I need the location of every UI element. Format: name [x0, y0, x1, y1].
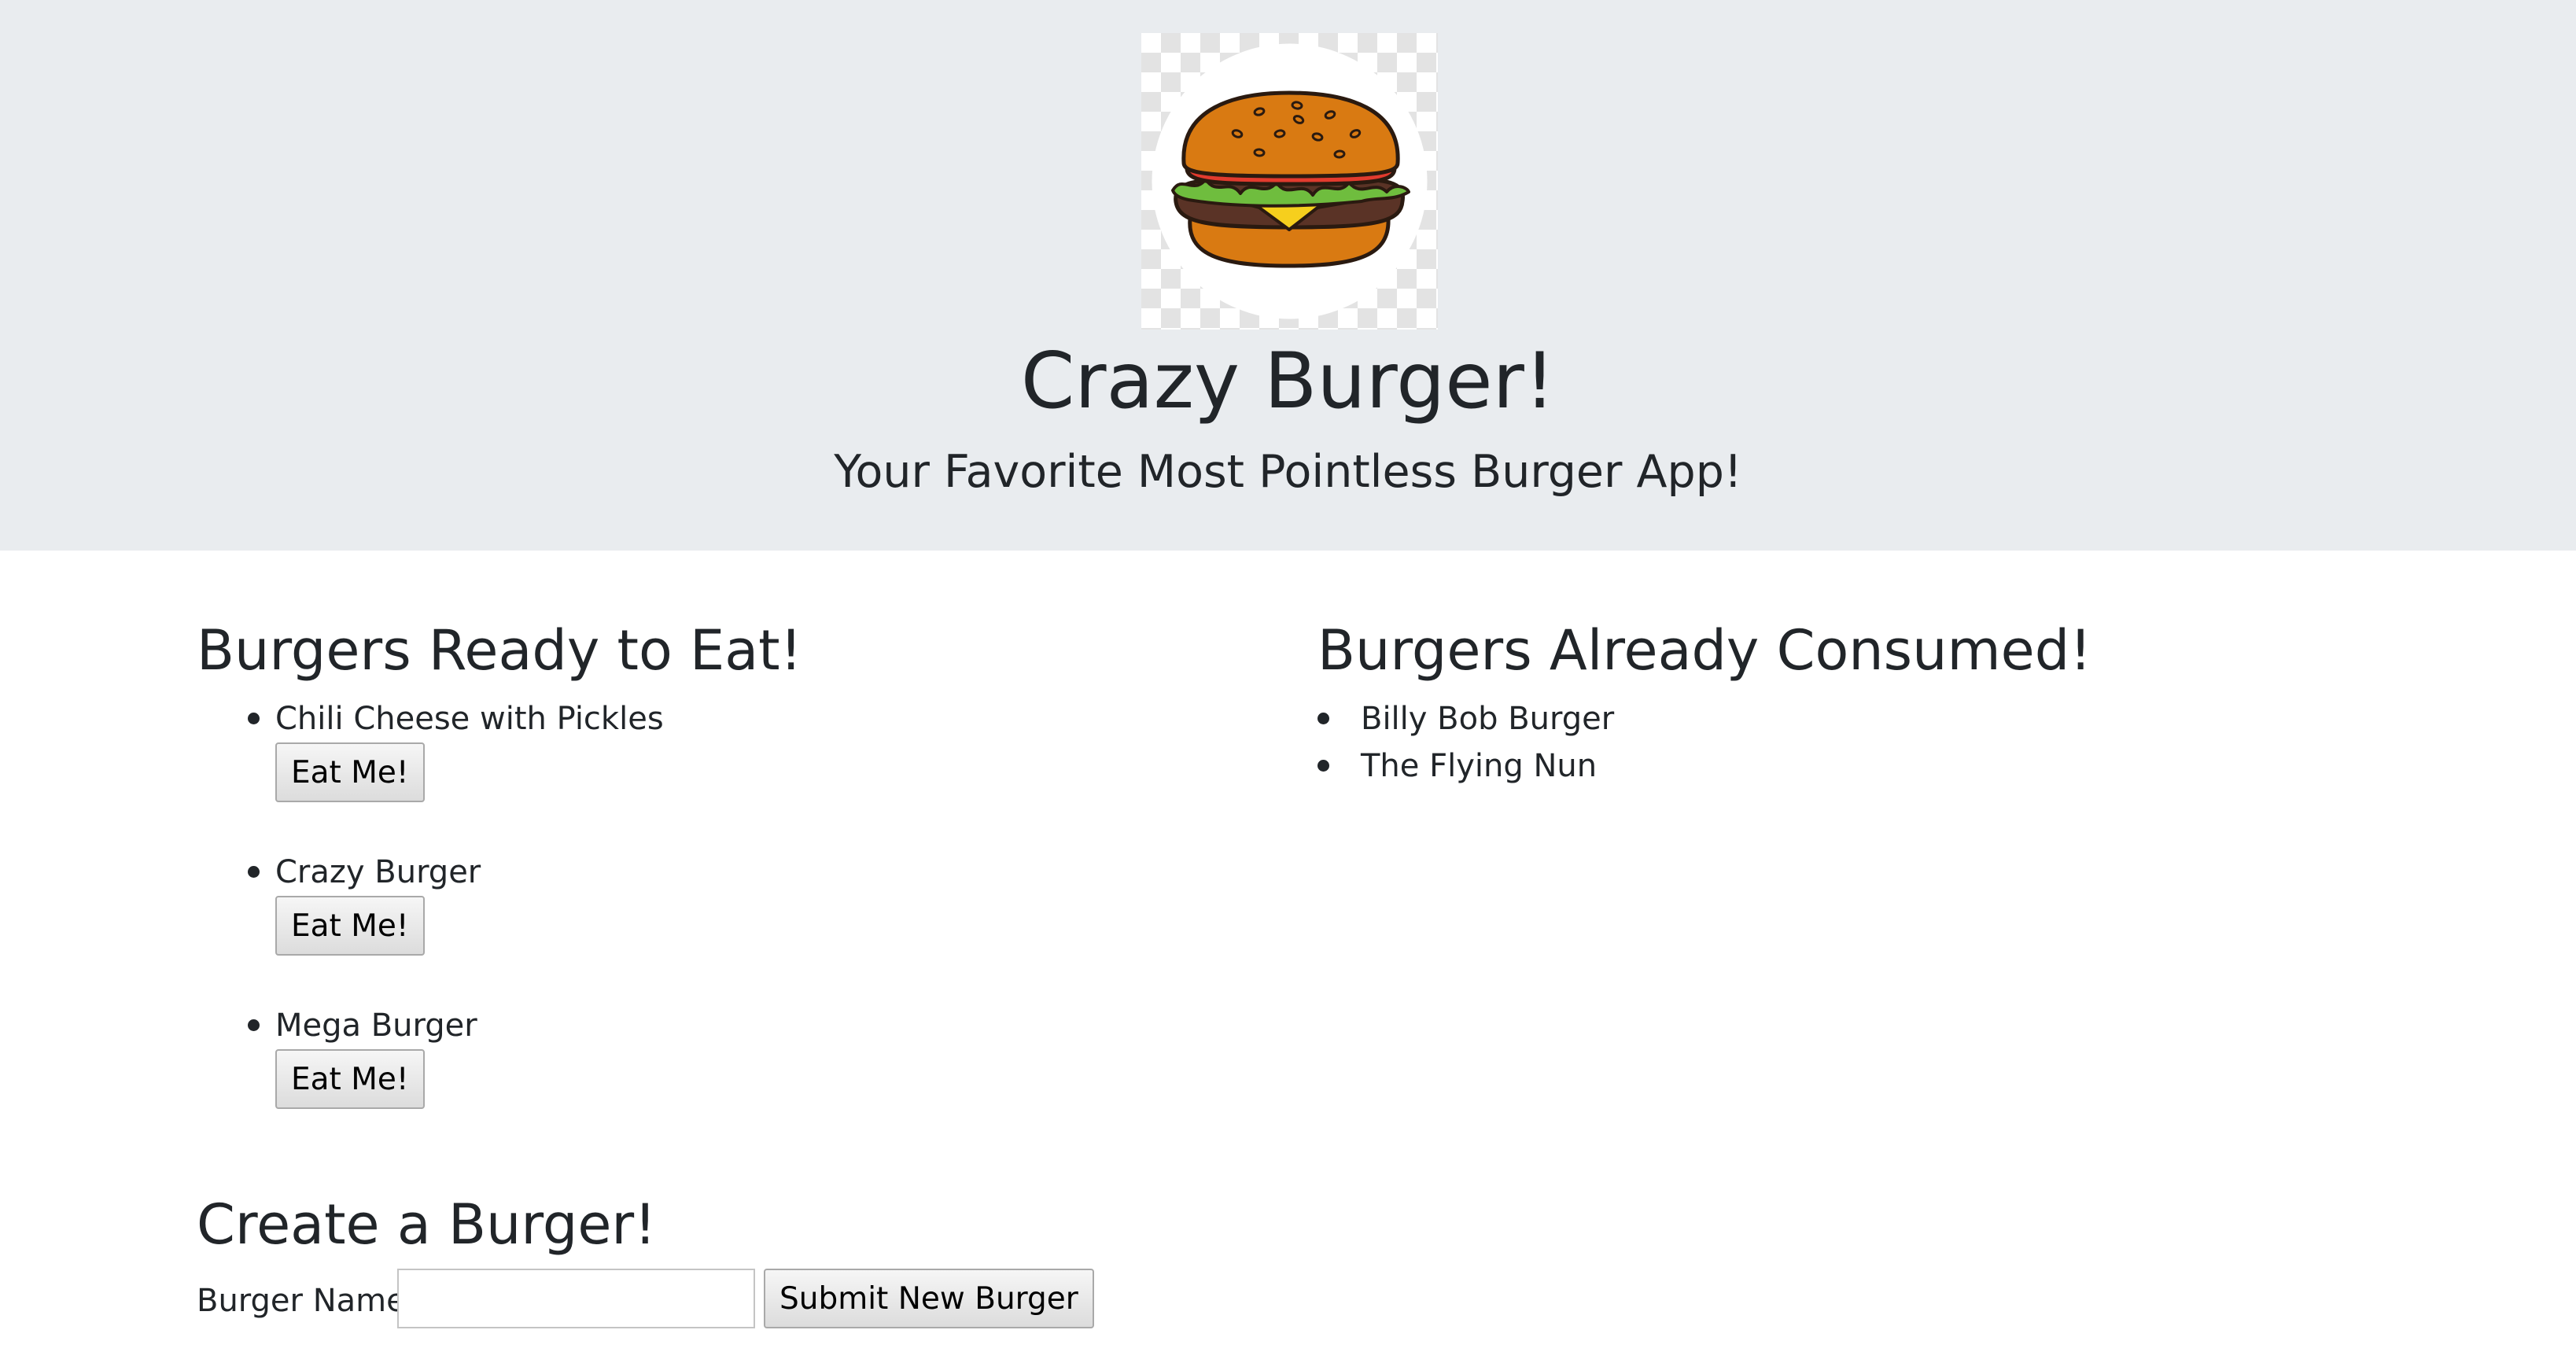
bullet-icon [248, 713, 260, 724]
consumed-burger-name: Billy Bob Burger [1361, 701, 1615, 737]
burger-logo-icon [1141, 33, 1438, 330]
consumed-burger-name: The Flying Nun [1361, 748, 1598, 784]
burger-name: Mega Burger [275, 1008, 477, 1044]
jumbotron-header: Crazy Burger! Your Favorite Most Pointle… [0, 0, 2576, 551]
burger-name-input[interactable] [397, 1269, 755, 1328]
submit-new-burger-button[interactable]: Submit New Burger [764, 1269, 1094, 1328]
eat-me-button[interactable]: Eat Me! [275, 896, 425, 956]
eat-me-button[interactable]: Eat Me! [275, 1049, 425, 1109]
site-subtitle: Your Favorite Most Pointless Burger App! [834, 446, 1742, 498]
page: Crazy Burger! Your Favorite Most Pointle… [0, 0, 2576, 1352]
eat-me-button[interactable]: Eat Me! [275, 742, 425, 802]
bullet-icon [248, 866, 260, 878]
ready-to-eat-heading: Burgers Ready to Eat! [197, 618, 802, 683]
bullet-icon [1317, 760, 1329, 772]
bullet-icon [248, 1019, 260, 1031]
burger-name-label: Burger Name: [197, 1283, 417, 1319]
burger-name: Chili Cheese with Pickles [275, 701, 664, 737]
burger-name: Crazy Burger [275, 854, 481, 890]
site-title: Crazy Burger! [1020, 337, 1556, 426]
bullet-icon [1317, 713, 1329, 724]
consumed-heading: Burgers Already Consumed! [1317, 618, 2092, 683]
create-burger-heading: Create a Burger! [197, 1192, 657, 1257]
